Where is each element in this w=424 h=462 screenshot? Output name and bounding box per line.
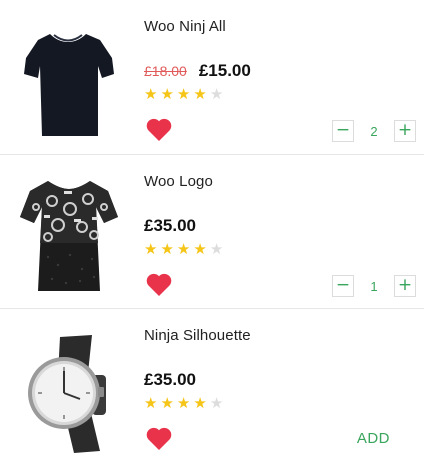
rating-stars: ★ ★ ★ ★ ★ (144, 87, 226, 102)
increment-button[interactable]: + (394, 120, 416, 142)
decrement-button[interactable]: − (332, 120, 354, 142)
star-icon: ★ (209, 394, 224, 412)
tshirt-image (24, 34, 114, 136)
price: £35.00 (144, 216, 196, 235)
star-icon: ★ (193, 240, 207, 258)
decrement-button[interactable]: − (332, 275, 354, 297)
star-icon: ★ (209, 240, 224, 258)
rating-stars: ★ ★ ★ ★ ★ (144, 242, 226, 257)
star-icon: ★ (209, 85, 224, 103)
star-icon: ★ (160, 240, 174, 258)
price-row: £18.00 £15.00 (144, 61, 251, 83)
product-image[interactable] (8, 161, 128, 301)
price: £35.00 (144, 370, 196, 389)
quantity-stepper[interactable]: − 2 + (332, 120, 416, 142)
add-to-cart-button[interactable]: ADD (357, 430, 390, 447)
rating-stars: ★ ★ ★ ★ ★ (144, 396, 226, 411)
heart-icon[interactable] (145, 425, 173, 451)
star-icon: ★ (144, 394, 158, 412)
star-icon: ★ (193, 85, 207, 103)
star-icon: ★ (144, 85, 158, 103)
product-image[interactable] (8, 315, 128, 455)
product-item[interactable]: Ninja Silhouette £35.00 ★ ★ ★ ★ ★ ADD (0, 309, 424, 462)
star-icon: ★ (144, 240, 158, 258)
increment-button[interactable]: + (394, 275, 416, 297)
product-item[interactable]: Woo Ninj All £18.00 £15.00 ★ ★ ★ ★ ★ − 2… (0, 0, 424, 153)
quantity-value: 1 (370, 278, 378, 294)
quantity-value: 2 (370, 123, 378, 139)
dress-image (20, 181, 118, 291)
star-icon: ★ (160, 85, 174, 103)
price-row: £35.00 (144, 216, 196, 238)
star-icon: ★ (176, 394, 191, 412)
product-title[interactable]: Woo Ninj All (144, 18, 226, 35)
star-icon: ★ (160, 394, 174, 412)
star-icon: ★ (193, 394, 207, 412)
heart-icon[interactable] (145, 271, 173, 297)
heart-icon[interactable] (145, 116, 173, 142)
price-row: £35.00 (144, 370, 196, 392)
star-icon: ★ (176, 240, 191, 258)
old-price: £18.00 (144, 63, 187, 79)
price: £15.00 (198, 61, 251, 80)
product-title[interactable]: Woo Logo (144, 173, 213, 190)
star-icon: ★ (176, 85, 191, 103)
watch-image (28, 335, 106, 453)
product-image[interactable] (8, 6, 128, 146)
product-title[interactable]: Ninja Silhouette (144, 327, 251, 344)
quantity-stepper[interactable]: − 1 + (332, 275, 416, 297)
product-item[interactable]: Woo Logo £35.00 ★ ★ ★ ★ ★ − 1 + (0, 155, 424, 308)
